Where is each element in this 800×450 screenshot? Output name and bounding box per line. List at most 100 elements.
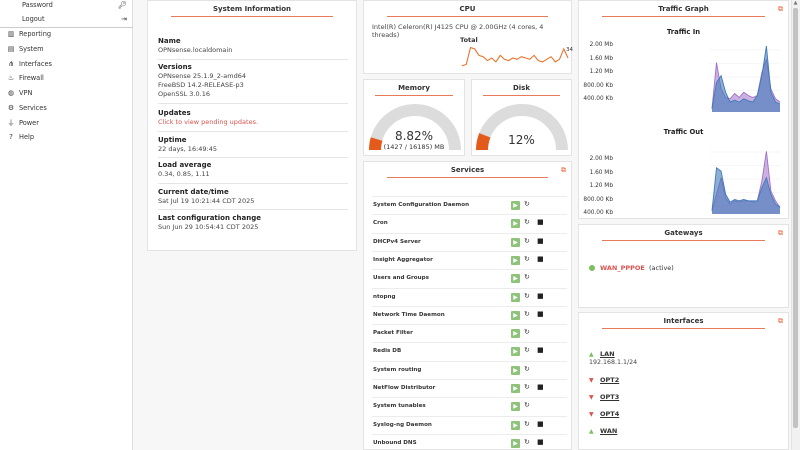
stop-service-icon[interactable]: ■: [537, 383, 544, 391]
system-information-widget: System Information Name OPNsense.localdo…: [147, 0, 357, 251]
restart-service-icon[interactable]: ↻: [524, 273, 530, 281]
restart-service-icon[interactable]: ↻: [524, 292, 530, 300]
service-running-play-icon: ▶: [511, 402, 520, 412]
versions-label: Versions: [158, 63, 192, 71]
service-running-play-icon: ▶: [511, 347, 520, 357]
pending-updates-link[interactable]: Click to view pending updates.: [158, 118, 348, 127]
widget-title: Interfaces: [663, 317, 704, 325]
service-row: Users and Groups ▶ ↻: [372, 269, 567, 287]
interface-name[interactable]: OPT2: [600, 376, 619, 384]
gateways-widget: Gateways ⧉ WAN_PPPOE (active): [578, 224, 789, 308]
name-label: Name: [158, 37, 181, 45]
versions-section: Versions OPNsense 25.1.9_2-amd64 FreeBSD…: [158, 63, 348, 100]
sidebar-item-logout[interactable]: Logout ⇥: [0, 12, 133, 27]
external-link-icon[interactable]: ⧉: [778, 317, 783, 326]
sidebar-item-vpn[interactable]: ◍ VPN: [0, 86, 133, 101]
load-section: Load average 0.34, 0.85, 1.11: [158, 161, 348, 179]
restart-service-icon[interactable]: ↻: [524, 310, 530, 318]
memory-detail: (1427 / 16185) MB: [383, 143, 445, 151]
divider: [158, 59, 348, 60]
stop-service-icon[interactable]: ■: [537, 310, 544, 318]
service-running-play-icon: ▶: [511, 365, 520, 375]
divider: [158, 103, 348, 104]
gateway-status-dot: [589, 265, 595, 271]
widget-title: System Information: [212, 5, 292, 13]
restart-service-icon[interactable]: ↻: [524, 438, 530, 446]
sidebar-item-label: Logout: [22, 15, 45, 24]
sidebar-item-system[interactable]: ▤ System: [0, 42, 133, 57]
stop-service-icon[interactable]: ■: [537, 438, 544, 446]
service-running-play-icon: ▶: [511, 329, 520, 339]
service-row: Network Time Daemon ▶ ↻ ■: [372, 305, 567, 324]
interface-name[interactable]: OPT3: [600, 393, 619, 401]
title-divider: [386, 177, 549, 178]
version-line: FreeBSD 14.2-RELEASE-p3: [158, 81, 244, 90]
name-value: OPNsense.localdomain: [158, 46, 233, 54]
services-widget: Services ⧉ System Configuration Daemon ▶ ↻…: [363, 161, 572, 450]
restart-service-icon[interactable]: ↻: [524, 218, 530, 226]
interface-name[interactable]: LAN: [600, 350, 615, 358]
stop-service-icon[interactable]: ■: [537, 218, 544, 226]
service-name: Insight Aggregator: [373, 256, 433, 263]
restart-service-icon[interactable]: ↻: [524, 401, 530, 409]
gateway-name[interactable]: WAN_PPPOE: [600, 264, 645, 272]
restart-service-icon[interactable]: ↻: [524, 328, 530, 336]
external-link-icon[interactable]: ⧉: [561, 166, 566, 175]
sidebar-item-power[interactable]: ⏚ Power: [0, 115, 133, 130]
restart-service-icon[interactable]: ↻: [524, 420, 530, 428]
service-running-play-icon: ▶: [511, 310, 520, 320]
interface-name[interactable]: OPT4: [600, 410, 619, 418]
sidebar-item-label: System: [19, 45, 44, 54]
sidebar-item-help[interactable]: ? Help: [0, 130, 133, 145]
service-name: ntopng: [373, 293, 396, 300]
sidebar-item-password[interactable]: Password 🔑︎: [0, 0, 133, 13]
sidebar-item-interfaces[interactable]: ⋔ Interfaces: [0, 56, 133, 71]
version-line: OPNsense 25.1.9_2-amd64: [158, 72, 246, 80]
config-change-section: Last configuration change Sun Jun 29 10:…: [158, 214, 348, 232]
service-row: NetFlow Distributor ▶ ↻ ■: [372, 379, 567, 397]
divider: [158, 183, 348, 184]
service-name: NetFlow Distributor: [373, 385, 436, 391]
sidebar-item-services[interactable]: ⚙ Services: [0, 101, 133, 116]
chart-icon: ▥: [7, 30, 15, 39]
sidebar-item-label: Firewall: [19, 74, 44, 83]
service-name: System Configuration Daemon: [373, 202, 470, 208]
interface-name[interactable]: WAN: [600, 427, 617, 435]
service-running-play-icon: ▶: [511, 219, 520, 229]
restart-service-icon[interactable]: ↻: [524, 365, 530, 373]
scrollbar-thumb[interactable]: [793, 8, 798, 428]
disk-percent: 12%: [508, 133, 535, 147]
restart-service-icon[interactable]: ↻: [524, 237, 530, 245]
title-divider: [170, 16, 334, 17]
service-name: Syslog-ng Daemon: [373, 421, 432, 428]
stop-service-icon[interactable]: ■: [537, 292, 544, 300]
updates-label: Updates: [158, 109, 191, 117]
restart-service-icon[interactable]: ↻: [524, 200, 530, 208]
stop-service-icon[interactable]: ■: [537, 237, 544, 245]
sidebar-item-label: Help: [19, 133, 35, 142]
widget-title: Gateways: [664, 229, 703, 237]
service-row: Unbound DNS ▶ ↻ ■: [372, 433, 567, 450]
service-row: Packet Filter ▶ ↻: [372, 324, 567, 342]
service-row: System Configuration Daemon ▶ ↻: [372, 196, 567, 214]
stop-service-icon[interactable]: ■: [537, 255, 544, 263]
sidebar-item-label: Password: [22, 1, 53, 10]
service-name: System tunables: [373, 403, 426, 410]
title-divider: [601, 240, 765, 241]
sidebar-item-reporting[interactable]: ▥ Reporting: [0, 27, 133, 42]
restart-service-icon[interactable]: ↻: [524, 383, 530, 391]
restart-service-icon[interactable]: ↻: [524, 255, 530, 263]
sidebar-item-firewall[interactable]: ♨ Firewall: [0, 71, 133, 86]
sidebar: Password 🔑︎ Logout ⇥ ▥ Reporting ▤ System ⋔ I…: [0, 0, 133, 450]
service-name: Network Time Daemon: [373, 311, 445, 318]
config-change-value: Sun Jun 29 10:54:41 CDT 2025: [158, 223, 259, 231]
service-row: Redis DB ▶ ↻ ■: [372, 342, 567, 360]
divider: [158, 209, 348, 210]
external-link-icon[interactable]: ⧉: [778, 229, 783, 238]
cpu-current-value: 34: [566, 47, 573, 53]
stop-service-icon[interactable]: ■: [537, 346, 544, 354]
restart-service-icon[interactable]: ↻: [524, 346, 530, 354]
stop-service-icon[interactable]: ■: [537, 420, 544, 428]
uptime-value: 22 days, 16:49:45: [158, 145, 218, 153]
service-running-play-icon: ▶: [511, 255, 520, 265]
